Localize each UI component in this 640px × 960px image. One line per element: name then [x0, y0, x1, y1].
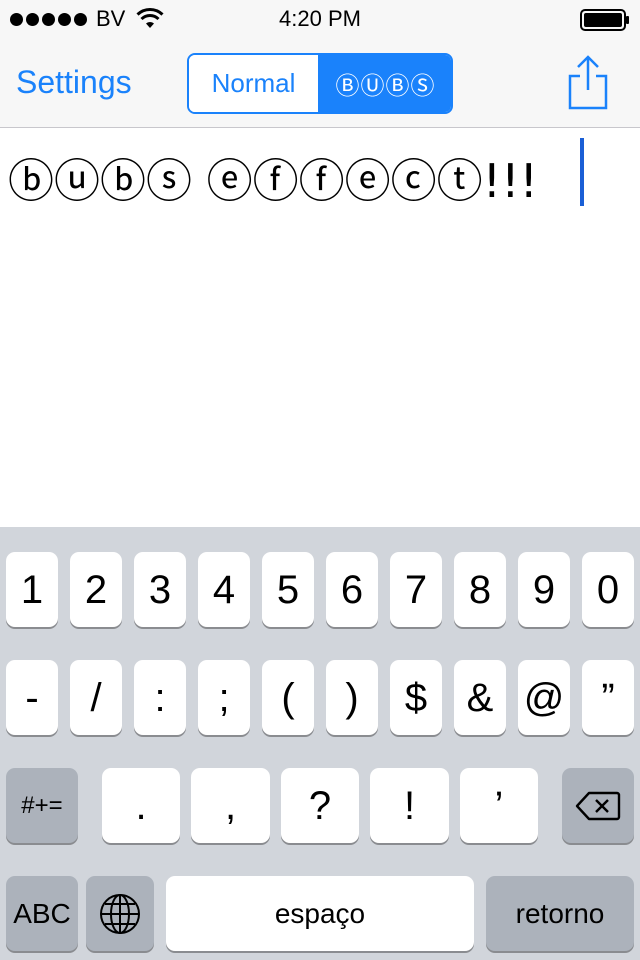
key-7[interactable]: 7: [390, 552, 442, 627]
space-key[interactable]: espaço: [166, 876, 474, 951]
key-5[interactable]: 5: [262, 552, 314, 627]
key-label: :: [154, 675, 166, 720]
key-at[interactable]: @: [518, 660, 570, 735]
key-colon[interactable]: :: [134, 660, 186, 735]
status-time: 4:20 PM: [279, 6, 361, 31]
status-bar: BV 4:20 PM: [0, 0, 640, 40]
key-label: $: [404, 675, 428, 720]
text-editor[interactable]: ⓑⓤⓑⓢ ⓔⓕⓕⓔⓒⓣ!!!: [0, 129, 640, 527]
editor-text: ⓑⓤⓑⓢ ⓔⓕⓕⓔⓒⓣ!!!: [8, 154, 538, 208]
key-quote[interactable]: ”: [582, 660, 634, 735]
delete-key[interactable]: [562, 768, 634, 843]
globe-key[interactable]: [86, 876, 154, 951]
key-label: /: [90, 675, 102, 720]
backspace-icon: [575, 791, 621, 820]
key-label: !: [403, 783, 416, 828]
key-apostrophe[interactable]: ’: [460, 768, 538, 843]
key-3[interactable]: 3: [134, 552, 186, 627]
key-close-paren[interactable]: ): [326, 660, 378, 735]
key-label: 0: [596, 567, 620, 612]
key-label: 7: [404, 567, 428, 612]
navigation-bar: Settings Normal ⒷⓊⒷⓈ: [0, 40, 640, 128]
key-exclamation[interactable]: !: [370, 768, 449, 843]
key-label: 4: [212, 567, 236, 612]
key-1[interactable]: 1: [6, 552, 58, 627]
key-label: @: [523, 675, 565, 720]
key-label: ): [345, 675, 359, 720]
key-label: espaço: [274, 897, 366, 929]
key-label: ABC: [13, 897, 71, 929]
settings-button[interactable]: Settings: [16, 64, 132, 101]
globe-icon: [100, 893, 140, 934]
key-comma[interactable]: ,: [191, 768, 270, 843]
key-8[interactable]: 8: [454, 552, 506, 627]
key-label: ,: [224, 783, 237, 828]
key-label: -: [25, 675, 39, 720]
key-hyphen[interactable]: -: [6, 660, 58, 735]
key-label: retorno: [515, 897, 605, 929]
key-semicolon[interactable]: ;: [198, 660, 250, 735]
mode-segmented-control: Normal ⒷⓊⒷⓈ: [187, 53, 453, 114]
key-label: #+=: [21, 791, 63, 819]
key-ampersand[interactable]: &: [454, 660, 506, 735]
text-caret: [580, 138, 584, 206]
battery-icon: [580, 9, 629, 31]
key-dollar[interactable]: $: [390, 660, 442, 735]
key-label: 9: [532, 567, 556, 612]
key-label: ?: [308, 783, 332, 828]
key-6[interactable]: 6: [326, 552, 378, 627]
key-label: ’: [494, 783, 504, 828]
key-question[interactable]: ?: [281, 768, 359, 843]
key-label: .: [135, 783, 147, 828]
share-icon[interactable]: [566, 54, 610, 110]
key-label: 5: [276, 567, 300, 612]
key-label: 2: [84, 567, 108, 612]
abc-key[interactable]: ABC: [6, 876, 78, 951]
segment-bubs[interactable]: ⒷⓊⒷⓈ: [320, 55, 451, 112]
key-label: &: [466, 675, 494, 720]
key-0[interactable]: 0: [582, 552, 634, 627]
key-label: ”: [601, 675, 615, 720]
key-label: (: [281, 675, 295, 720]
screen: BV 4:20 PM Settings Normal ⒷⓊⒷⓈ ⓑⓤⓑⓢ ⓔⓕⓕ…: [0, 0, 640, 960]
key-2[interactable]: 2: [70, 552, 122, 627]
key-9[interactable]: 9: [518, 552, 570, 627]
key-slash[interactable]: /: [70, 660, 122, 735]
key-period[interactable]: .: [102, 768, 180, 843]
segment-normal[interactable]: Normal: [189, 55, 320, 112]
keyboard: 1 2 3 4 5 6 7 8 9 0 - / : ; ( ) $ & @ ” …: [0, 527, 640, 960]
key-label: 8: [468, 567, 492, 612]
key-label: 6: [340, 567, 364, 612]
key-label: ;: [218, 675, 230, 720]
symbols-key[interactable]: #+=: [6, 768, 78, 843]
key-label: 1: [20, 567, 44, 612]
key-4[interactable]: 4: [198, 552, 250, 627]
key-open-paren[interactable]: (: [262, 660, 314, 735]
return-key[interactable]: retorno: [486, 876, 634, 951]
key-label: 3: [148, 567, 172, 612]
